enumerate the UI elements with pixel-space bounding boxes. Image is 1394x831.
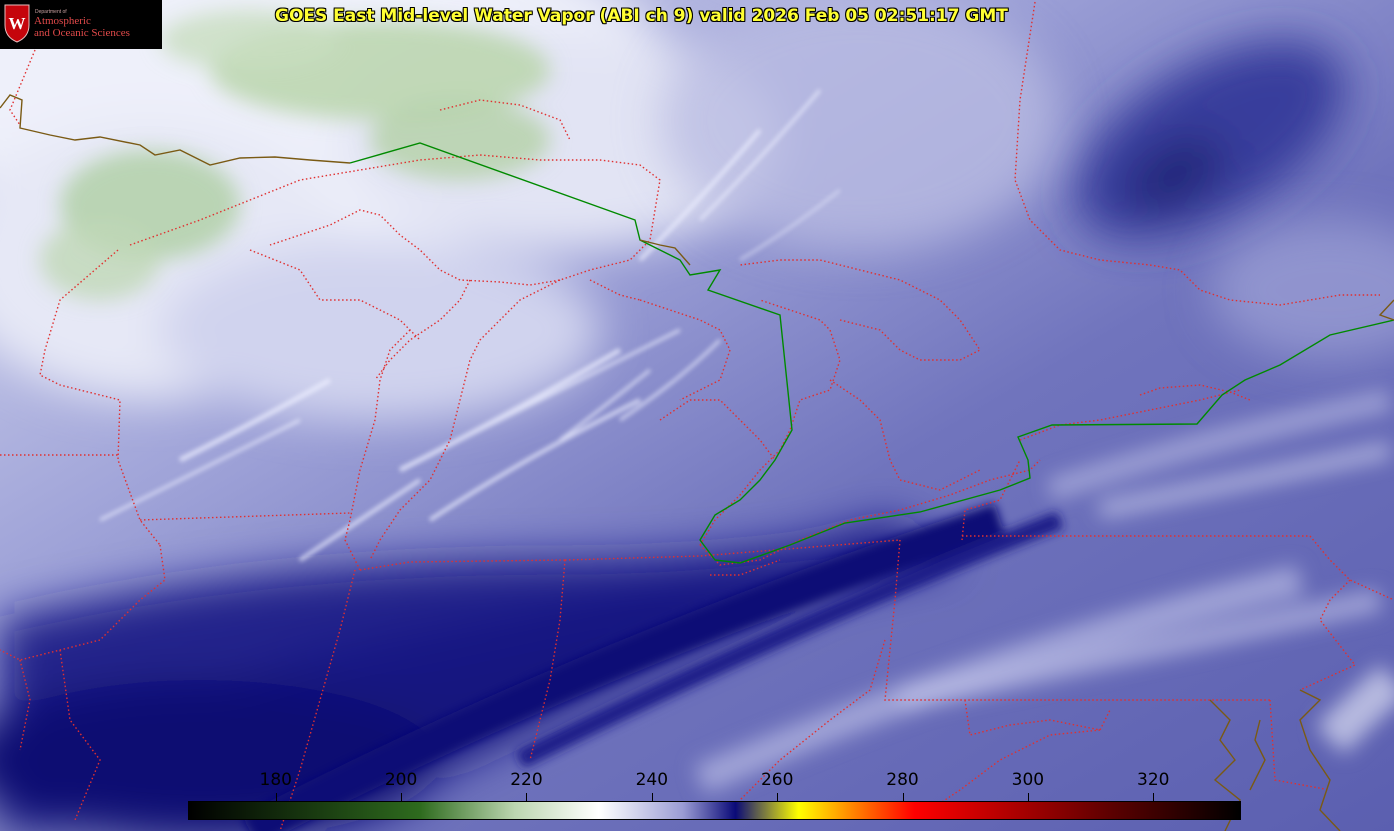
colorbar-tick-label: 200 [384, 770, 418, 790]
colorbar-tick-label: 220 [510, 770, 543, 790]
colorbar-tick [651, 793, 653, 801]
water-vapor-image: W Department of Atmospheric and Oceanic … [0, 0, 1394, 831]
satellite-map [0, 0, 1394, 831]
colorbar-tick-label: 240 [635, 770, 669, 790]
colorbar-tick [777, 793, 779, 801]
colorbar-tick-label: 180 [259, 770, 292, 790]
colorbar-tick-label: 260 [760, 770, 794, 790]
colorbar-tick-label: 320 [1137, 770, 1170, 790]
colorbar-gradient [189, 802, 1240, 819]
colorbar-tick [526, 793, 528, 801]
temperature-colorbar [188, 801, 1241, 820]
colorbar-tick [401, 793, 403, 801]
colorbar-tick [275, 793, 277, 801]
colorbar-tick [1153, 793, 1155, 801]
colorbar-tick [902, 793, 904, 801]
logo-line-atmospheric: Atmospheric [34, 15, 91, 27]
colorbar-tick-label: 280 [886, 770, 919, 790]
colorbar-tick [1027, 793, 1029, 801]
uw-aos-logo: W Department of Atmospheric and Oceanic … [0, 0, 162, 49]
logo-emblem-text: W [9, 14, 26, 33]
image-title: GOES East Mid-level Water Vapor (ABI ch … [275, 6, 1008, 26]
colorbar-tick-label: 300 [1011, 770, 1045, 790]
logo-line-oceanic: and Oceanic Sciences [34, 27, 130, 39]
uw-crest-icon: W [4, 4, 30, 43]
